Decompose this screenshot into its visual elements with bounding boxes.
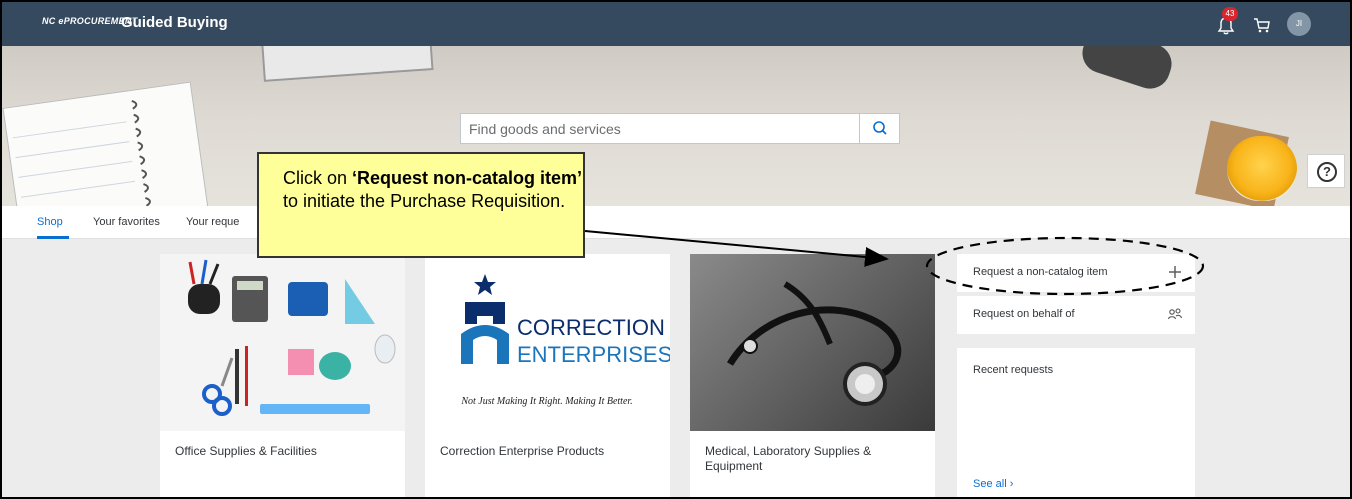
recent-requests-panel: Recent requests See all › xyxy=(957,348,1195,497)
logo-line2: ENTERPRISES xyxy=(517,342,670,367)
plus-icon xyxy=(1169,266,1181,278)
category-card-correction-enterprises[interactable]: CORRECTION ENTERPRISES Not Just Making I… xyxy=(425,254,670,497)
logo-line1: CORRECTION xyxy=(517,315,665,340)
office-supplies-image xyxy=(160,254,405,431)
help-icon: ? xyxy=(1317,162,1337,182)
tab-your-requests[interactable]: Your reque xyxy=(186,216,239,228)
request-non-catalog-label: Request a non-catalog item xyxy=(973,266,1108,278)
search-bar xyxy=(460,113,900,144)
callout-text-bold: ‘Request non-catalog item’ xyxy=(352,168,583,188)
notebook-decoration xyxy=(2,81,212,206)
category-label: Office Supplies & Facilities xyxy=(175,444,317,458)
callout-text-a: Click on xyxy=(283,168,353,188)
category-card-medical[interactable]: Medical, Laboratory Supplies & Equipment xyxy=(690,254,935,497)
chevron-right-icon: › xyxy=(1009,478,1014,490)
search-button[interactable] xyxy=(859,114,899,143)
correction-enterprises-logo: CORRECTION ENTERPRISES Not Just Making I… xyxy=(425,254,670,431)
logo-tagline: Not Just Making It Right. Making It Bett… xyxy=(460,396,632,407)
callout-text-b: to initiate the Purchase Requisition. xyxy=(283,191,566,211)
keyboard-decoration xyxy=(260,46,434,82)
tab-bar: Shop Your favorites Your reque xyxy=(2,206,1350,239)
instruction-callout: Click on ‘Request non-catalog item’ to i… xyxy=(257,152,585,258)
notification-badge: 43 xyxy=(1222,7,1238,21)
help-button[interactable]: ? xyxy=(1307,154,1345,188)
stethoscope-image xyxy=(690,254,935,431)
search-icon xyxy=(873,121,887,135)
notebook-rings-icon xyxy=(12,99,151,206)
juice-cup-decoration xyxy=(1227,136,1297,201)
request-on-behalf-button[interactable]: Request on behalf of xyxy=(957,296,1195,334)
people-icon xyxy=(1167,308,1183,320)
tab-shop[interactable]: Shop xyxy=(37,216,63,228)
category-card-office-supplies[interactable]: Office Supplies & Facilities xyxy=(160,254,405,497)
app-title: Guided Buying xyxy=(121,14,228,31)
app-window: NC ePROCUREMENT Guided Buying 43 JI Find… xyxy=(0,0,1352,499)
search-input[interactable] xyxy=(469,118,849,140)
tab-your-favorites[interactable]: Your favorites xyxy=(93,216,160,228)
category-label: Medical, Laboratory Supplies & Equipment xyxy=(705,444,872,473)
top-bar: NC ePROCUREMENT Guided Buying 43 JI xyxy=(2,2,1350,46)
request-non-catalog-item-button[interactable]: Request a non-catalog item xyxy=(957,254,1195,292)
see-all-label: See all xyxy=(973,478,1007,490)
request-on-behalf-label: Request on behalf of xyxy=(973,308,1075,320)
see-all-link[interactable]: See all › xyxy=(973,478,1013,490)
phone-decoration xyxy=(1077,46,1177,94)
category-label: Correction Enterprise Products xyxy=(440,444,605,458)
user-avatar[interactable]: JI xyxy=(1287,12,1311,36)
cart-icon[interactable] xyxy=(1252,15,1272,35)
recent-requests-title: Recent requests xyxy=(973,364,1054,376)
